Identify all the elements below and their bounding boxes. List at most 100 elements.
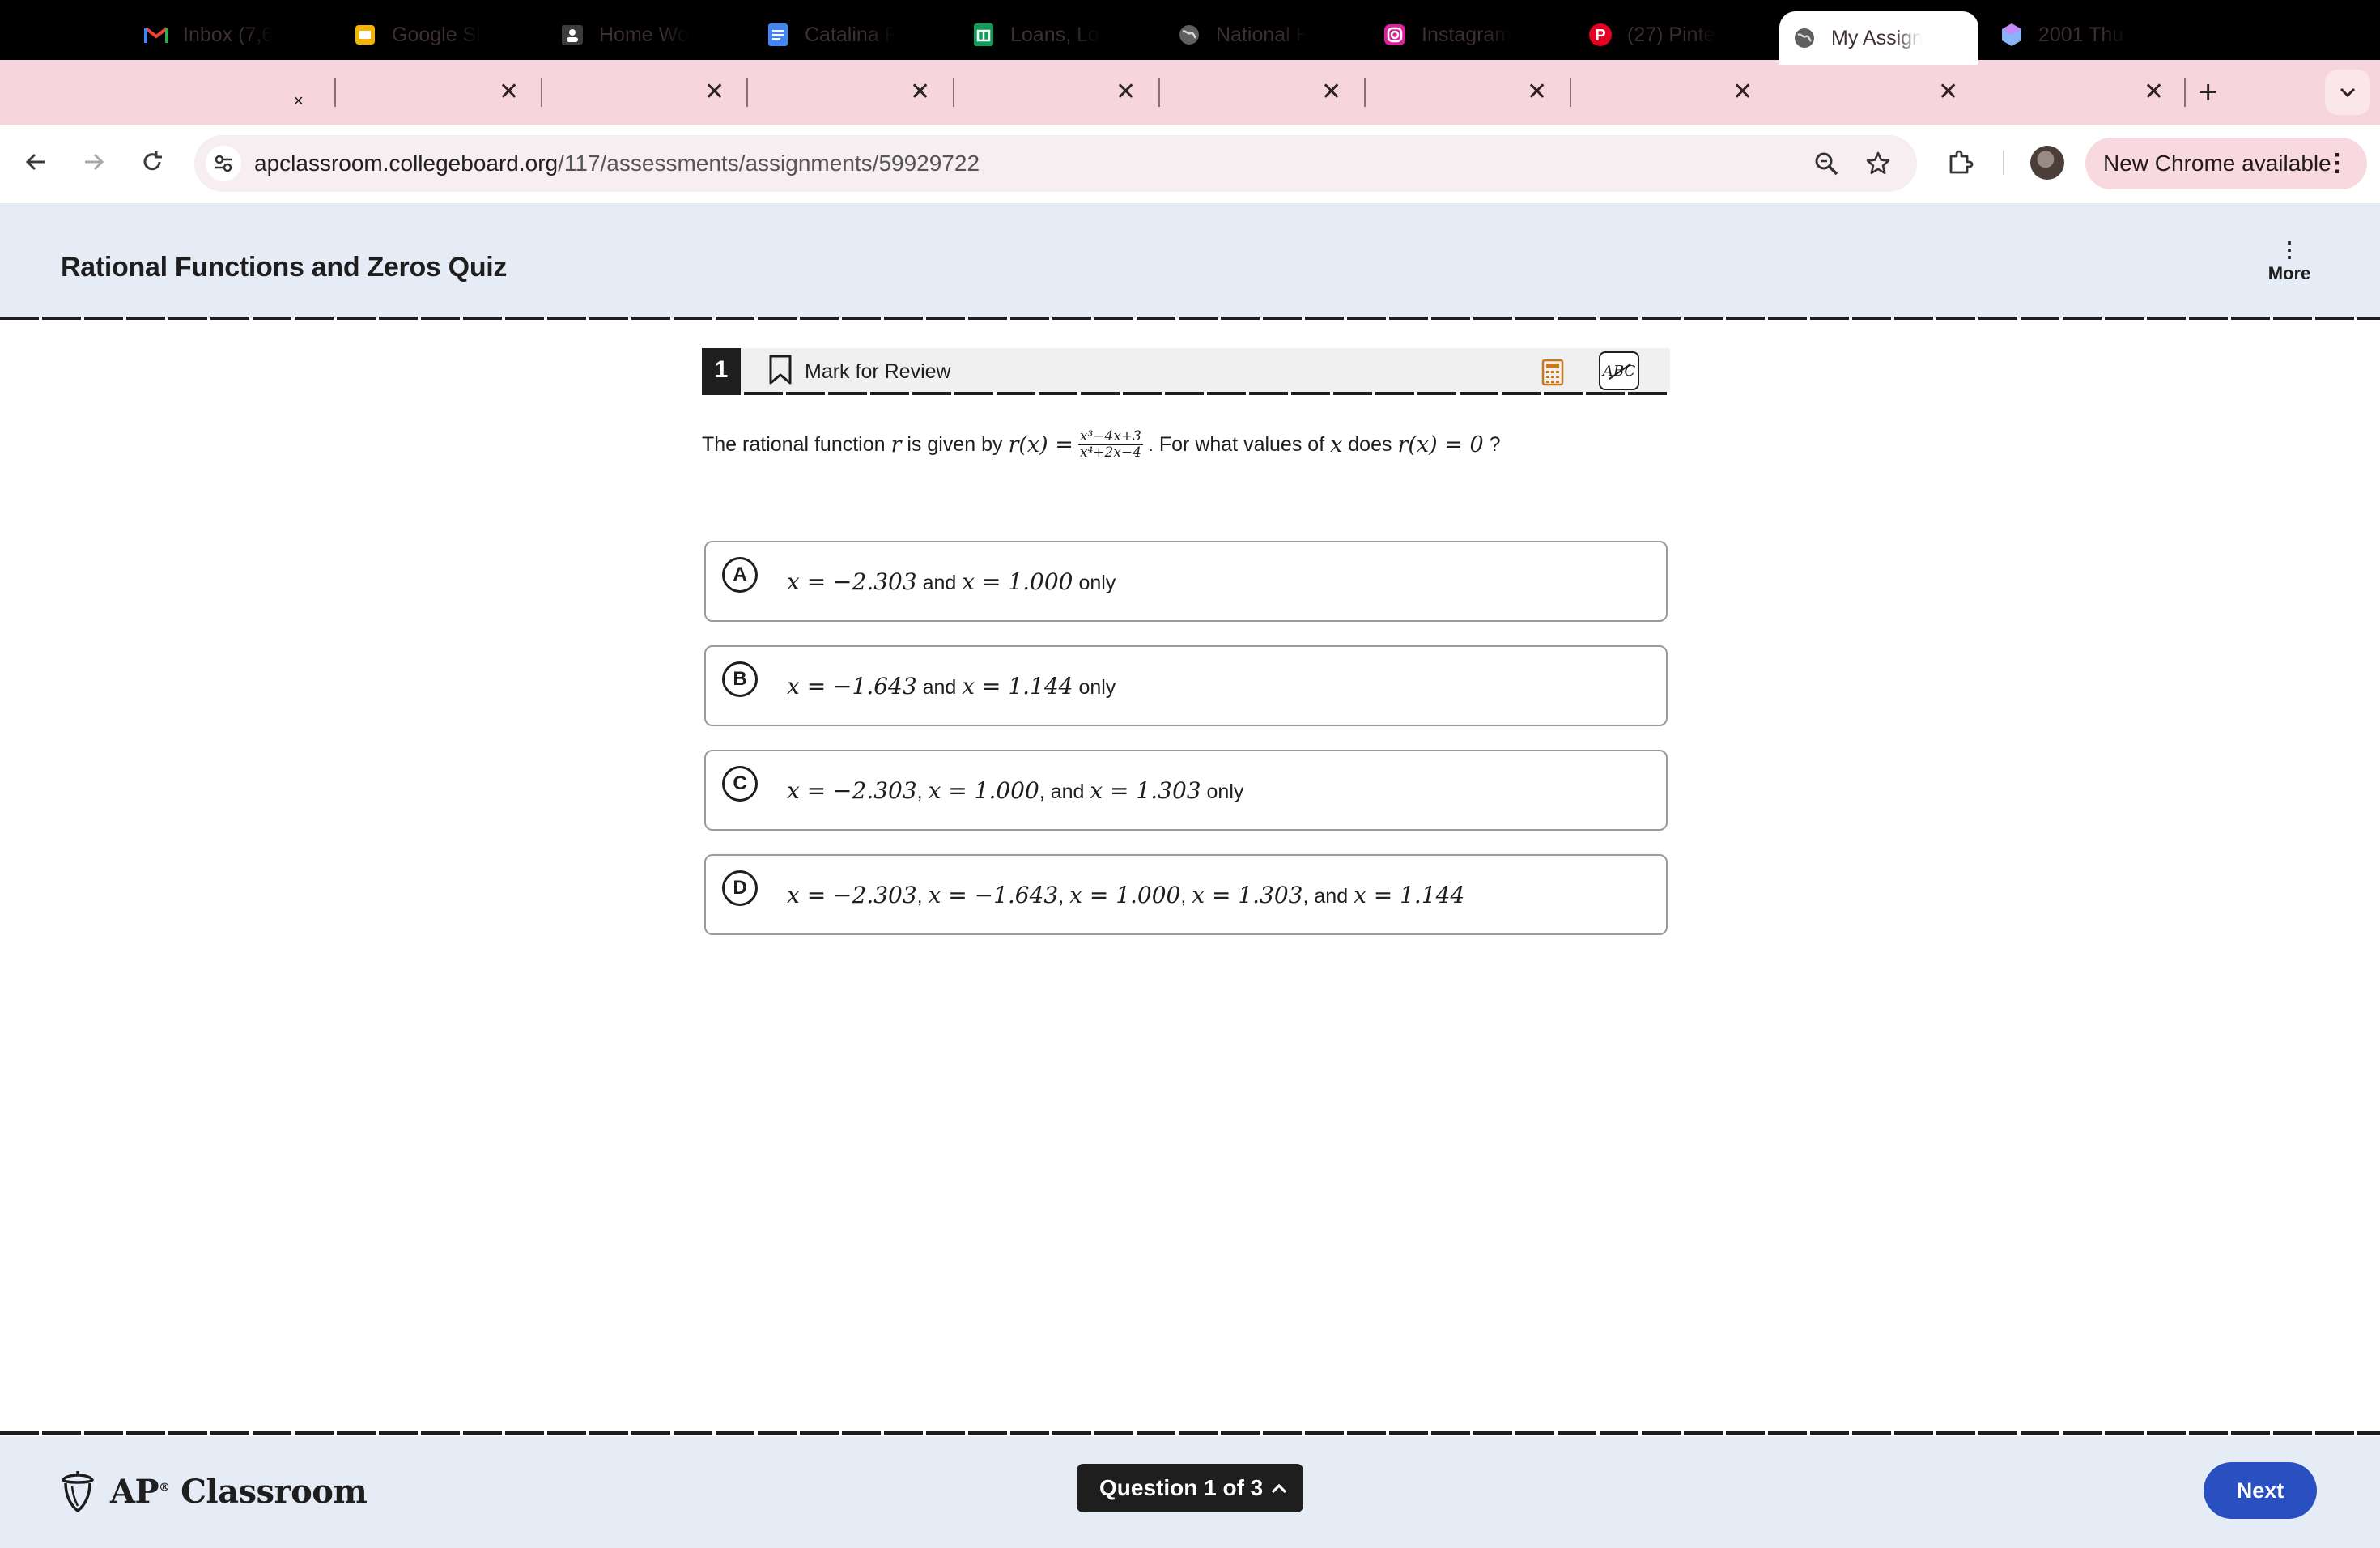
stem-function: r(x) =: [1008, 432, 1073, 457]
tab-close-icon[interactable]: ✕: [499, 78, 519, 106]
answer-choice-c[interactable]: C x = −2.303, x = 1.000, and x = 1.303 o…: [704, 750, 1668, 831]
tab-divider: [541, 78, 542, 107]
svg-text:P: P: [1595, 27, 1605, 45]
more-button[interactable]: ⋮ More: [2263, 237, 2315, 284]
tab-divider: [1364, 78, 1366, 107]
toolbar-divider: [2003, 151, 2004, 175]
acorn-icon: [62, 1471, 94, 1513]
pinterest-icon: P: [1588, 23, 1613, 47]
tab-divider: [2184, 78, 2186, 107]
tab-title: Inbox (7,6: [183, 23, 274, 46]
tab-home-work[interactable]: Home Wo: [559, 11, 690, 58]
forward-arrow-icon[interactable]: [74, 142, 113, 181]
site-settings-icon[interactable]: [206, 146, 241, 181]
tab-strip: [0, 60, 2380, 125]
tab-loans[interactable]: Loans, Lo: [970, 11, 1101, 58]
tab-title: National H: [1216, 23, 1307, 46]
page-title: Rational Functions and Zeros Quiz: [61, 252, 508, 283]
tab-divider: [334, 78, 336, 107]
url-path: /117/assessments/assignments/59929722: [558, 151, 980, 176]
tab-title: Catalina R: [805, 23, 895, 46]
question-navigator-button[interactable]: Question 1 of 3: [1077, 1464, 1303, 1512]
tab-close-icon[interactable]: ✕: [910, 78, 930, 106]
tab-gmail[interactable]: Inbox (7,6: [142, 11, 274, 58]
tab-pinterest[interactable]: P (27) Pinte: [1587, 11, 1718, 58]
mark-for-review-button[interactable]: Mark for Review: [767, 355, 951, 389]
stem-text: . For what values of: [1147, 433, 1325, 456]
google-docs-icon: [766, 23, 790, 47]
update-label: New Chrome available: [2103, 151, 2331, 176]
globe-icon: [1792, 26, 1817, 50]
tab-close-icon[interactable]: ✕: [1116, 78, 1136, 106]
reload-icon[interactable]: [133, 142, 172, 181]
gem-icon: [2000, 23, 2024, 47]
zoom-icon[interactable]: [1812, 149, 1841, 178]
answer-eliminator-button[interactable]: ABC: [1599, 351, 1639, 390]
tab-title: Loans, Lo: [1010, 23, 1099, 46]
tab-close-icon[interactable]: ✕: [2144, 78, 2164, 106]
address-bar[interactable]: apclassroom.collegeboard.org/117/assessm…: [194, 135, 1917, 192]
header-divider: [0, 317, 2380, 320]
stem-fraction: x³−4x+3 x⁴+2x−4: [1077, 428, 1143, 461]
stem-text: is given by: [907, 433, 1003, 456]
choice-letter: D: [722, 870, 758, 906]
question-toolbar-divider: [702, 392, 1670, 395]
question-nav-label: Question 1 of 3: [1099, 1475, 1264, 1500]
new-chrome-available-button[interactable]: New Chrome available ⋮: [2085, 138, 2367, 189]
instagram-icon: [1383, 23, 1407, 47]
tab-close-icon[interactable]: ✕: [1938, 78, 1958, 106]
choice-text: x = −2.303, x = 1.000, and x = 1.303 onl…: [787, 777, 1244, 804]
tab-title: 2001 Thu: [2038, 23, 2124, 46]
bookmark-star-icon[interactable]: [1864, 149, 1893, 178]
extensions-puzzle-icon[interactable]: [1943, 144, 1978, 180]
choice-letter: A: [722, 557, 758, 593]
kebab-icon: ⋮: [2279, 237, 2300, 262]
choice-letter: B: [722, 661, 758, 697]
new-tab-plus-icon[interactable]: +: [2199, 71, 2217, 113]
choice-text: x = −2.303, x = −1.643, x = 1.000, x = 1…: [787, 882, 1465, 908]
tab-catalina[interactable]: Catalina R: [764, 11, 895, 58]
tab-close-icon[interactable]: ✕: [291, 78, 304, 125]
abc-strike-icon: ABC: [1602, 362, 1636, 380]
calculator-icon[interactable]: [1538, 358, 1567, 387]
tab-instagram[interactable]: Instagram: [1381, 11, 1512, 58]
fraction-numerator: x³−4x+3: [1077, 428, 1143, 445]
chevron-down-icon: [2340, 87, 2356, 98]
answer-choice-a[interactable]: A x = −2.303 and x = 1.000 only: [704, 541, 1668, 622]
google-slides-icon: [353, 23, 377, 47]
back-arrow-icon[interactable]: [16, 142, 55, 181]
google-sheets-icon: [971, 23, 996, 47]
tab-divider: [953, 78, 954, 107]
stem-text: does: [1348, 433, 1392, 456]
quiz-header: Rational Functions and Zeros Quiz ⋮ More: [0, 203, 2380, 318]
browser-toolbar: apclassroom.collegeboard.org/117/assessm…: [0, 125, 2380, 202]
choice-text: x = −2.303 and x = 1.000 only: [787, 568, 1116, 595]
answer-choice-b[interactable]: B x = −1.643 and x = 1.144 only: [704, 645, 1668, 726]
tab-my-assignments[interactable]: My Assign: [1779, 11, 1978, 65]
tab-close-icon[interactable]: ✕: [1527, 78, 1547, 106]
answer-choice-d[interactable]: D x = −2.303, x = −1.643, x = 1.000, x =…: [704, 854, 1668, 935]
tab-close-icon[interactable]: ✕: [1321, 78, 1341, 106]
tab-title: Instagram: [1422, 23, 1512, 46]
tab-google-slides[interactable]: Google Sli: [351, 11, 482, 58]
tab-divider: [746, 78, 748, 107]
tab-title: (27) Pinte: [1627, 23, 1715, 46]
tab-title: My Assign: [1831, 26, 1922, 49]
kebab-menu-icon[interactable]: ⋮: [2325, 149, 2349, 177]
tab-close-icon[interactable]: ✕: [1732, 78, 1753, 106]
bookmark-icon: [767, 355, 793, 389]
tab-close-icon[interactable]: ✕: [704, 78, 725, 106]
chevron-up-icon: [1266, 1475, 1292, 1501]
tab-title: Google Sli: [392, 23, 482, 46]
classroom-icon: [560, 23, 584, 47]
stem-text: ?: [1489, 433, 1501, 456]
url-host: apclassroom.collegeboard.org: [254, 151, 559, 176]
url-text[interactable]: apclassroom.collegeboard.org/117/assessm…: [254, 151, 980, 176]
stem-var: x: [1330, 432, 1343, 457]
tab-search-button[interactable]: [2325, 70, 2370, 115]
tab-2001-thu[interactable]: 2001 Thu: [1998, 11, 2129, 58]
profile-avatar[interactable]: [2030, 146, 2064, 180]
footer-divider: [0, 1431, 2380, 1435]
next-button[interactable]: Next: [2204, 1462, 2317, 1519]
tab-national-h[interactable]: National H: [1175, 11, 1307, 58]
